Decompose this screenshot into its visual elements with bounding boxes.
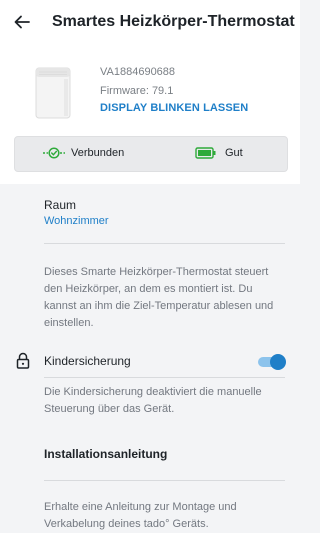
room-label[interactable]: Raum xyxy=(44,198,76,212)
battery-label: Gut xyxy=(225,147,243,159)
installation-guide-title[interactable]: Installationsanleitung xyxy=(44,447,167,461)
thermostat-image xyxy=(35,67,71,119)
page-title: Smartes Heizkörper-Thermostat xyxy=(52,13,295,30)
arrow-left-icon xyxy=(14,15,30,29)
divider xyxy=(44,243,285,244)
status-box: Verbunden Gut xyxy=(14,136,288,172)
battery-status: Gut xyxy=(195,147,243,159)
battery-full-icon xyxy=(195,147,216,159)
back-button[interactable] xyxy=(0,0,44,44)
child-lock-toggle[interactable] xyxy=(258,354,286,370)
child-lock-label: Kindersicherung xyxy=(44,354,131,368)
room-value[interactable]: Wohnzimmer xyxy=(44,215,109,227)
device-card: VA1884690688 Firmware: 79.1 DISPLAY BLIN… xyxy=(0,44,300,184)
toggle-knob xyxy=(270,354,286,370)
serial-number: VA1884690688 xyxy=(100,66,176,78)
link-check-icon xyxy=(43,147,65,159)
lock-icon xyxy=(16,352,30,369)
device-description: Dieses Smarte Heizkörper-Thermostat steu… xyxy=(44,266,274,329)
blink-display-link[interactable]: DISPLAY BLINKEN LASSEN xyxy=(100,102,248,114)
firmware-version: Firmware: 79.1 xyxy=(100,85,174,97)
installation-description: Erhalte eine Anleitung zur Montage und V… xyxy=(44,501,237,530)
app-bar: Smartes Heizkörper-Thermostat xyxy=(0,0,300,44)
divider xyxy=(44,480,285,481)
divider xyxy=(44,377,285,378)
child-lock-description: Die Kindersicherung deaktiviert die manu… xyxy=(44,386,262,415)
connection-status: Verbunden xyxy=(43,147,124,159)
connection-label: Verbunden xyxy=(71,147,125,159)
